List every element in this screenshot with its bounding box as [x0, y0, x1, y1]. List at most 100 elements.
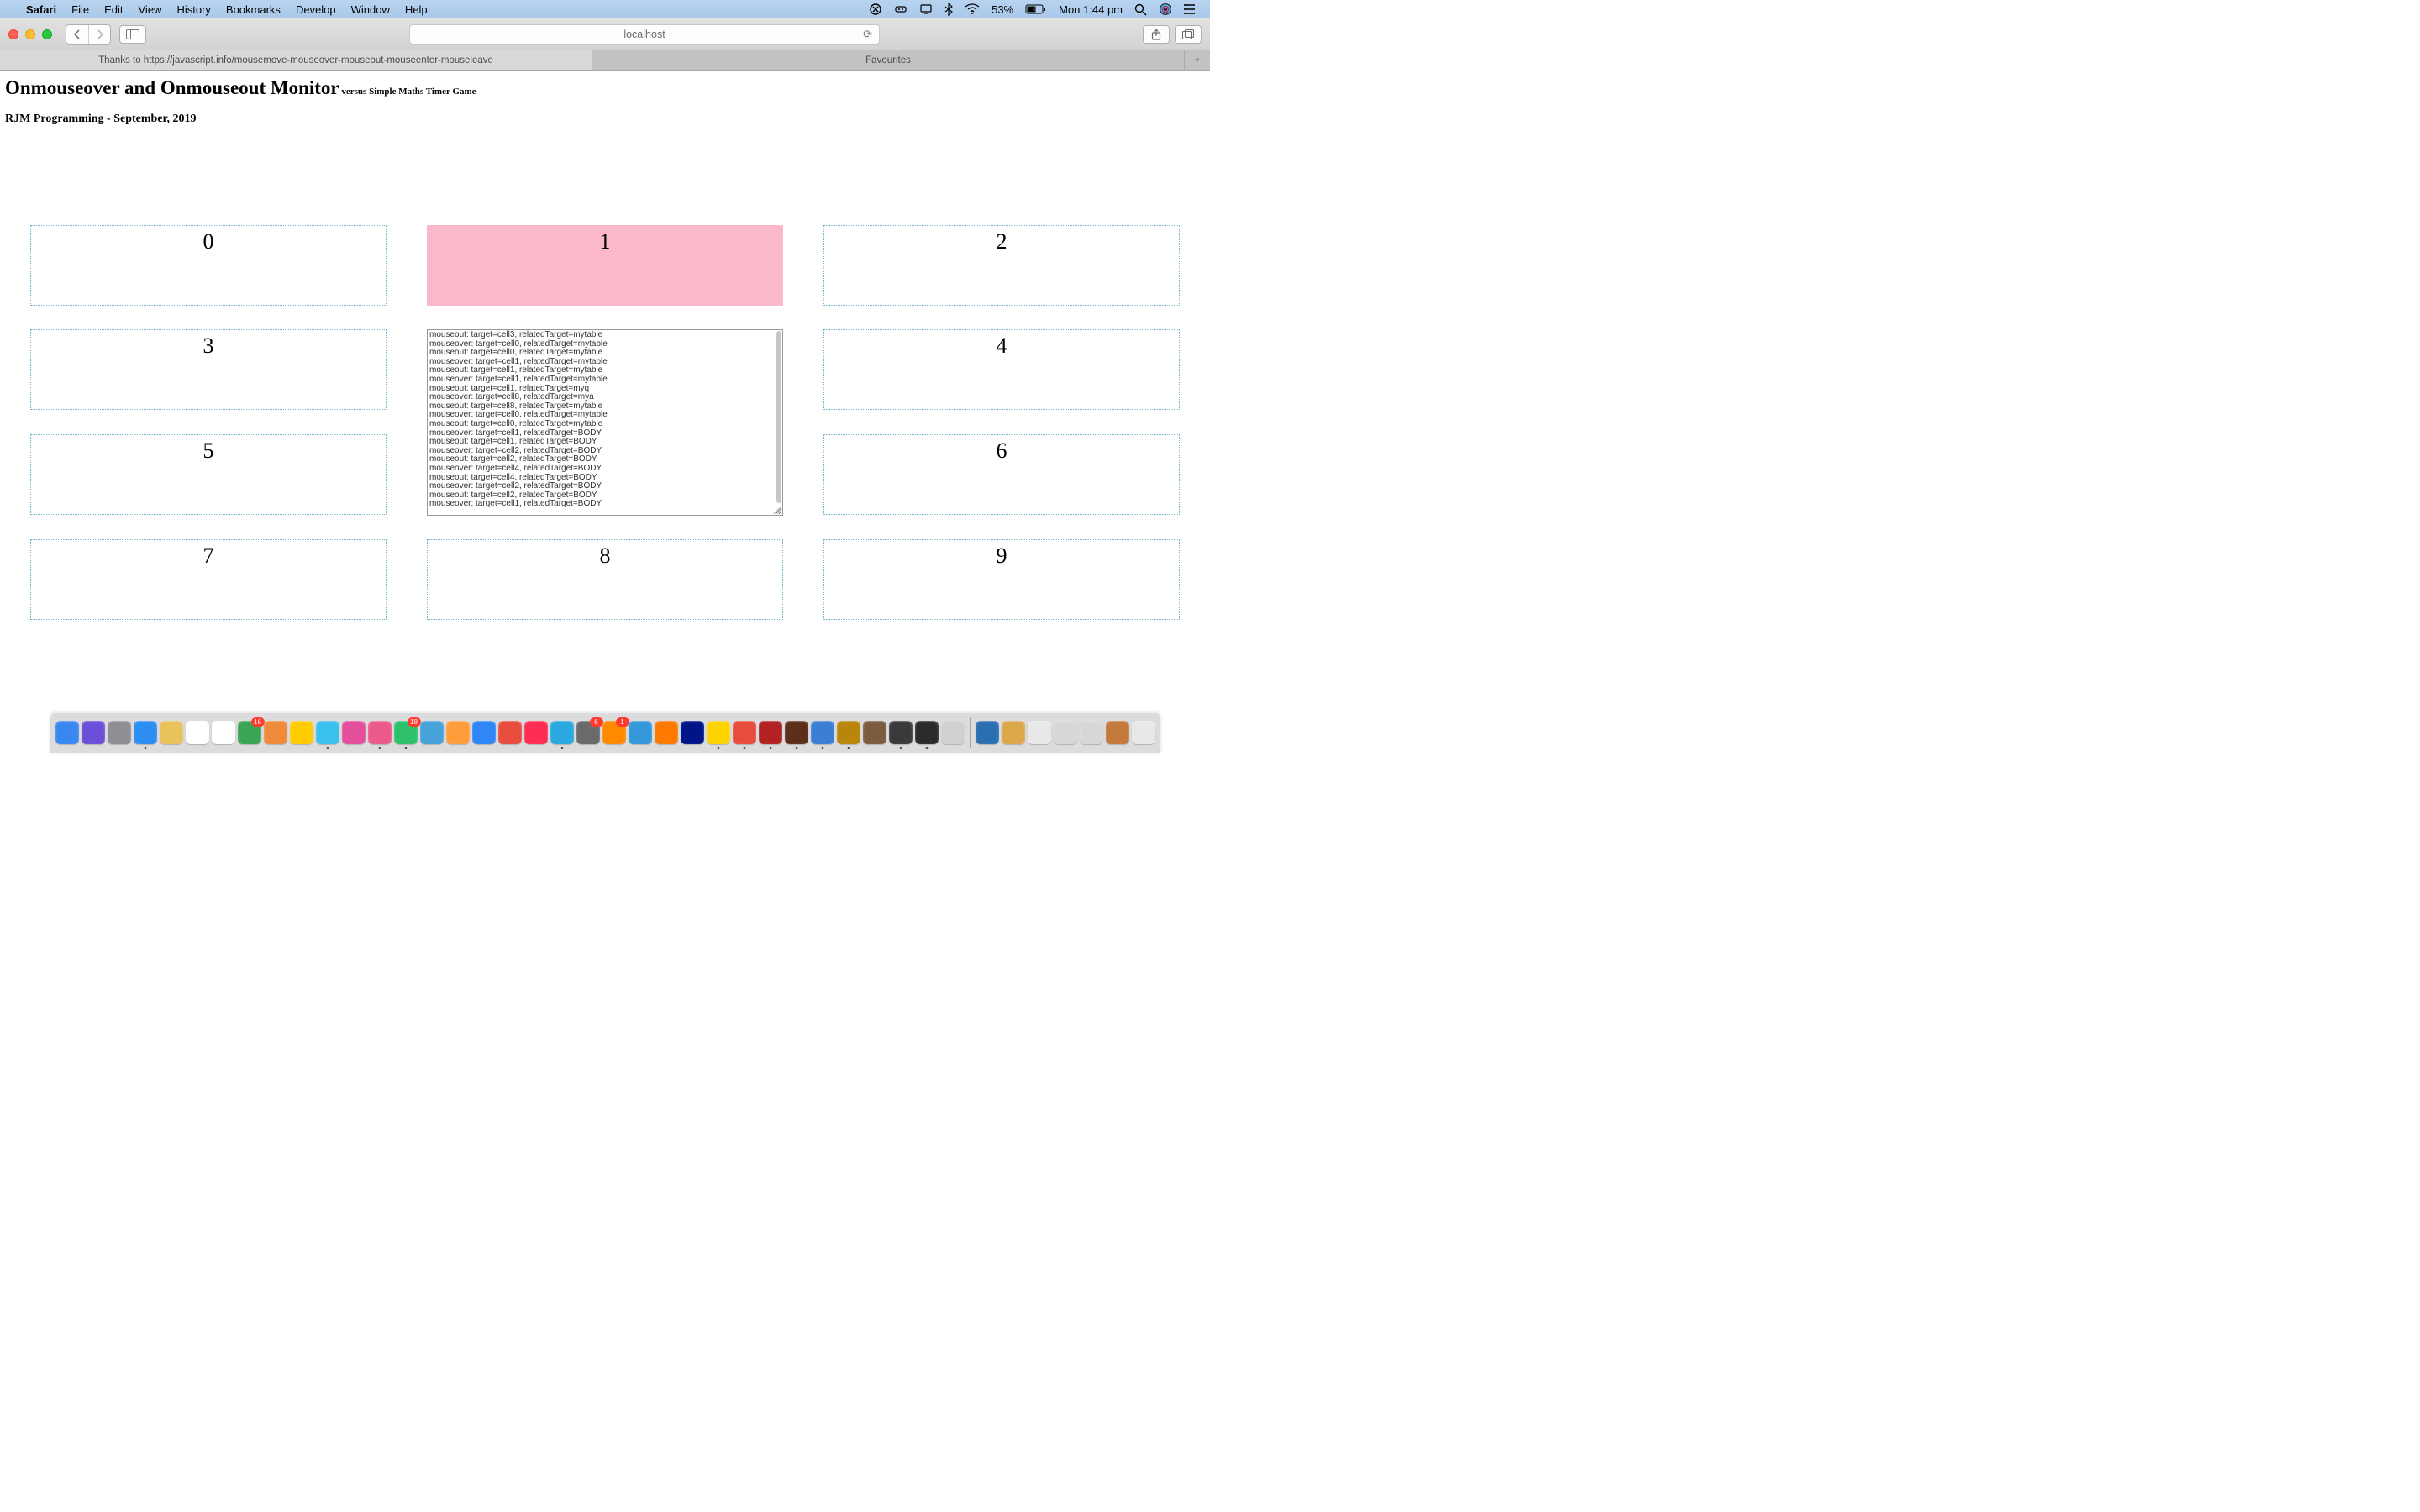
dock-stack-icon[interactable] — [1028, 721, 1051, 744]
cell-2[interactable]: 2 — [823, 225, 1180, 306]
dock-stack-icon[interactable] — [1106, 721, 1129, 744]
tabs-button[interactable] — [1175, 25, 1202, 44]
menu-help[interactable]: Help — [397, 3, 435, 16]
tab-active[interactable]: Thanks to https://javascript.info/mousem… — [0, 50, 592, 70]
dock-app-icon[interactable] — [498, 721, 522, 744]
dock-app-icon[interactable] — [394, 721, 418, 744]
dock-app-icon[interactable] — [82, 721, 105, 744]
dock-app-icon[interactable] — [368, 721, 392, 744]
dock-app-icon[interactable] — [941, 721, 965, 744]
dock-app-icon[interactable] — [290, 721, 313, 744]
dock-app-icon[interactable] — [420, 721, 444, 744]
dock-stack-icon[interactable] — [976, 721, 999, 744]
browser-toolbar: localhost ⟳ — [0, 18, 1210, 50]
menu-history[interactable]: History — [169, 3, 218, 16]
cell-4[interactable]: 4 — [823, 329, 1180, 410]
menu-file[interactable]: File — [64, 3, 97, 16]
menu-window[interactable]: Window — [344, 3, 397, 16]
back-button[interactable] — [66, 25, 88, 44]
notification-center-icon[interactable] — [1178, 3, 1203, 15]
dock-app-icon[interactable] — [264, 721, 287, 744]
cell-9-num: 9 — [824, 540, 1179, 569]
cell-5[interactable]: 5 — [30, 434, 387, 515]
cell-0-num: 0 — [31, 226, 386, 255]
minimize-window-button[interactable] — [25, 29, 35, 39]
dock-app-icon[interactable] — [915, 721, 939, 744]
dock-app-icon[interactable] — [446, 721, 470, 744]
nav-buttons — [66, 24, 111, 45]
dock-stack-icon[interactable] — [1054, 721, 1077, 744]
wifi-icon[interactable] — [959, 3, 986, 15]
siri-icon[interactable] — [1153, 3, 1178, 16]
cell-6-num: 6 — [824, 435, 1179, 464]
log-scrollbar[interactable] — [776, 331, 781, 503]
cell-3[interactable]: 3 — [30, 329, 387, 410]
dock-app-icon[interactable] — [108, 721, 131, 744]
dock-app-icon[interactable] — [759, 721, 782, 744]
dock-app-icon[interactable] — [550, 721, 574, 744]
menu-bookmarks[interactable]: Bookmarks — [218, 3, 288, 16]
dock-app-icon[interactable] — [681, 721, 704, 744]
grid-wrap: 0 1 2 3 mouseout: target=cell3, relatedT… — [5, 225, 1205, 643]
status-display-icon[interactable] — [913, 3, 939, 16]
bluetooth-icon[interactable] — [939, 3, 959, 16]
dock-app-icon[interactable] — [316, 721, 339, 744]
share-button[interactable] — [1143, 25, 1170, 44]
zoom-window-button[interactable] — [42, 29, 52, 39]
grid-table: 0 1 2 3 mouseout: target=cell3, relatedT… — [10, 225, 1200, 643]
dock-app-icon[interactable] — [733, 721, 756, 744]
dock-app-icon[interactable] — [576, 721, 600, 744]
clock[interactable]: Mon 1:44 pm — [1053, 3, 1128, 16]
dock-app-icon[interactable] — [707, 721, 730, 744]
dock-app-icon[interactable] — [524, 721, 548, 744]
dock-app-icon[interactable] — [472, 721, 496, 744]
tab-bar: Thanks to https://javascript.info/mousem… — [0, 50, 1210, 71]
log-line: mouseout: target=cell3, relatedTarget=my… — [429, 331, 781, 340]
menu-view[interactable]: View — [131, 3, 170, 16]
dock-app-icon[interactable] — [186, 721, 209, 744]
dock-app-icon[interactable] — [655, 721, 678, 744]
battery-percent[interactable]: 53% — [986, 3, 1019, 16]
cell-7[interactable]: 7 — [30, 539, 387, 620]
new-tab-button[interactable]: + — [1185, 50, 1210, 70]
dock-app-icon[interactable] — [212, 721, 235, 744]
menu-develop[interactable]: Develop — [288, 3, 344, 16]
dock-app-icon[interactable] — [629, 721, 652, 744]
dock-stack-icon[interactable] — [1002, 721, 1025, 744]
tab-active-label: Thanks to https://javascript.info/mousem… — [98, 55, 493, 66]
cell-4-num: 4 — [824, 330, 1179, 359]
sidebar-toggle-button[interactable] — [119, 25, 146, 44]
close-window-button[interactable] — [8, 29, 18, 39]
dock-app-icon[interactable] — [837, 721, 860, 744]
cell-9[interactable]: 9 — [823, 539, 1180, 620]
dock-stack-icon[interactable] — [1132, 721, 1155, 744]
battery-icon[interactable] — [1019, 3, 1053, 15]
cell-1[interactable]: 1 — [427, 225, 783, 306]
status-joystick-icon[interactable] — [888, 3, 913, 16]
dock-app-icon[interactable] — [134, 721, 157, 744]
app-name-menu[interactable]: Safari — [18, 3, 64, 16]
dock-app-icon[interactable] — [811, 721, 834, 744]
forward-button[interactable] — [88, 25, 110, 44]
dock-app-icon[interactable] — [602, 721, 626, 744]
cell-8[interactable]: 8 — [427, 539, 783, 620]
dock-app-icon[interactable] — [238, 721, 261, 744]
dock-stack-icon[interactable] — [1080, 721, 1103, 744]
dock-app-icon[interactable] — [160, 721, 183, 744]
dock-app-icon[interactable] — [863, 721, 886, 744]
cell-7-num: 7 — [31, 540, 386, 569]
dock-app-icon[interactable] — [55, 721, 79, 744]
menu-edit[interactable]: Edit — [97, 3, 130, 16]
cell-3-num: 3 — [31, 330, 386, 359]
event-log[interactable]: mouseout: target=cell3, relatedTarget=my… — [427, 329, 783, 516]
dock-app-icon[interactable] — [785, 721, 808, 744]
cell-0[interactable]: 0 — [30, 225, 387, 306]
url-bar[interactable]: localhost ⟳ — [409, 24, 880, 45]
reload-icon[interactable]: ⟳ — [863, 28, 872, 41]
dock-app-icon[interactable] — [889, 721, 913, 744]
status-app-icon[interactable] — [863, 3, 888, 16]
dock-app-icon[interactable] — [342, 721, 366, 744]
tab-favourites[interactable]: Favourites — [592, 50, 1185, 70]
cell-6[interactable]: 6 — [823, 434, 1180, 515]
spotlight-icon[interactable] — [1128, 3, 1153, 16]
